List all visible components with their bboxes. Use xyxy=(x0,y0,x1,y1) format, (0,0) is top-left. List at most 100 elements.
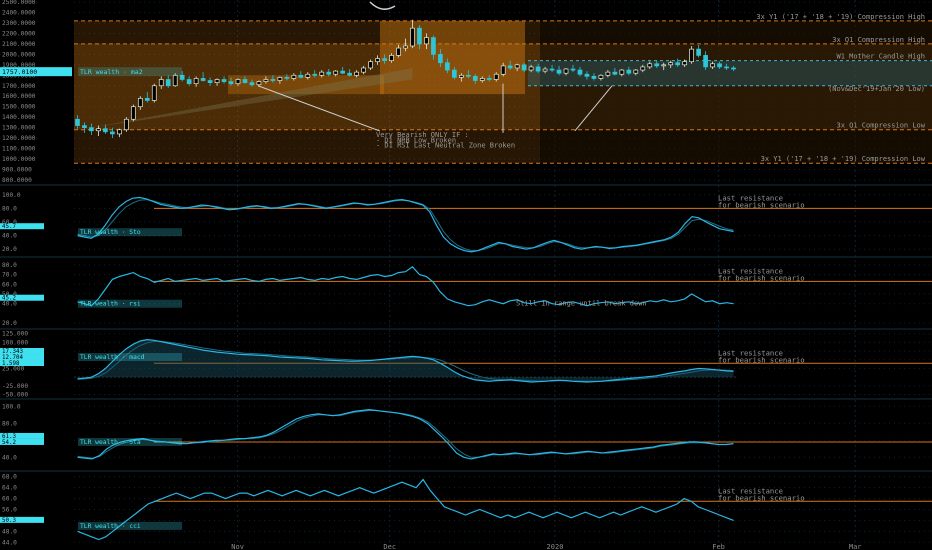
candle-body xyxy=(75,118,80,126)
candle-body xyxy=(82,125,87,128)
candle-body xyxy=(626,69,632,74)
candle-body xyxy=(570,68,576,71)
level-annotation: 3x Q1 Compression Low xyxy=(836,122,925,130)
y-axis-tick-label: 20.0 xyxy=(2,320,17,327)
candle-body xyxy=(117,129,122,135)
resistance-annotation: for bearish scenario xyxy=(718,355,805,364)
candle-body xyxy=(542,68,548,72)
y-axis-tick-label: 56.0 xyxy=(2,507,17,514)
x-axis-label: Feb xyxy=(712,543,725,550)
y-axis-tick-label: 1000.0000 xyxy=(2,156,36,163)
candle-body xyxy=(661,64,667,67)
y-axis-tick-label: 2000.0000 xyxy=(2,51,36,58)
candle-body xyxy=(137,97,143,108)
y-axis-tick-label: 68.0 xyxy=(2,474,17,481)
candle-body xyxy=(731,67,736,70)
y-axis-tick-label: -25.000 xyxy=(2,383,28,390)
y-axis-tick-label: 100.0 xyxy=(2,403,21,410)
candle-body xyxy=(110,131,115,135)
x-axis-label: Nov xyxy=(231,543,244,550)
candle-body xyxy=(103,128,108,133)
y-axis-tick-label: 64.0 xyxy=(2,485,17,492)
resistance-annotation: for bearish scenario xyxy=(718,273,805,282)
resistance-annotation: for bearish scenario xyxy=(718,200,805,209)
series-tag: TLR wealth · Sta xyxy=(80,439,141,446)
candle-body xyxy=(263,79,269,82)
level-annotation: 3x Q1 Compression High xyxy=(832,36,925,44)
series-tag: TLR wealth · ma2 xyxy=(80,68,143,76)
candle-body xyxy=(535,66,541,72)
candle-body xyxy=(403,45,408,49)
candle-body xyxy=(675,62,681,66)
y-axis-tick-label: 1700.0000 xyxy=(2,83,36,90)
y-axis-tick-label: 60.0 xyxy=(2,496,17,503)
x-axis-label: 2020 xyxy=(547,543,564,550)
y-axis-tick-label: 900.0000 xyxy=(2,167,32,174)
candle-body xyxy=(724,66,729,69)
candle-body xyxy=(312,73,318,76)
candle-body xyxy=(277,77,283,81)
candle-body xyxy=(89,127,94,132)
candle-body xyxy=(151,85,157,101)
trading-chart: Nov Dec 2020 Feb Mar 800.0000 900.0000 1000.00… xyxy=(0,0,932,550)
candle-body xyxy=(696,48,701,56)
y-axis-tick-label: 80.0 xyxy=(2,262,17,269)
y-axis-tick-label: 2400.0000 xyxy=(2,9,36,16)
candle-body xyxy=(703,55,708,68)
y-axis-tick-label: 100.0 xyxy=(2,192,21,199)
candle-body xyxy=(123,118,129,131)
candle-body xyxy=(431,37,436,55)
y-axis-tick-label: 2200.0000 xyxy=(2,30,36,37)
series-tag: TLR wealth · macd xyxy=(80,354,145,361)
candle-body xyxy=(465,74,471,77)
candle-body xyxy=(417,27,422,45)
y-axis-tick-label: 48.0 xyxy=(2,528,17,535)
y-axis-tick-label: 40.0 xyxy=(2,301,17,308)
candle-body xyxy=(354,71,359,76)
y-axis-tick-label: 1200.0000 xyxy=(2,135,36,142)
level-annotation: 3x Y1 ('17 + '18 + '19) Compression Low xyxy=(761,155,926,163)
candle-body xyxy=(214,79,220,83)
y-axis-tick-label: 1100.0000 xyxy=(2,146,36,153)
mother-candle-zone xyxy=(528,60,932,86)
candle-body xyxy=(619,69,625,75)
candle-body xyxy=(270,79,276,81)
candle-body xyxy=(368,61,373,69)
candle-body xyxy=(591,75,597,79)
candle-body xyxy=(682,61,688,66)
y-axis-tick-label: 80.0 xyxy=(2,420,17,427)
candle-body xyxy=(647,63,653,68)
candle-body xyxy=(612,71,618,75)
series-tag: TLR wealth · Sto xyxy=(80,229,141,236)
candle-body xyxy=(284,77,290,79)
low-annotation: (Nov&Dec'19+Jan'20 Low) xyxy=(828,85,925,93)
candle-body xyxy=(221,79,227,82)
candle-body xyxy=(333,70,339,75)
y-axis-tick-label: 800.0000 xyxy=(2,177,32,184)
candle-body xyxy=(514,64,520,69)
value-tag: 45.2 xyxy=(2,296,16,302)
y-axis-tick-label: 1600.0000 xyxy=(2,93,36,100)
candle-body xyxy=(130,106,136,120)
value-tag: 50.3 xyxy=(2,518,16,524)
candle-body xyxy=(486,78,492,80)
candle-body xyxy=(710,63,715,68)
candle-body xyxy=(438,54,443,64)
candle-body xyxy=(242,79,248,83)
candle-body xyxy=(235,79,241,85)
x-axis-label: Mar xyxy=(849,543,862,550)
candle-body xyxy=(458,74,464,78)
compression-box-large xyxy=(380,20,525,95)
candle-body xyxy=(347,72,353,76)
candle-body xyxy=(654,63,660,67)
candle-body xyxy=(577,69,583,75)
candle-body xyxy=(563,68,569,74)
candle-body xyxy=(256,81,262,86)
candle-body xyxy=(375,58,380,63)
candle-body xyxy=(598,74,604,79)
y-axis-tick-label: 2100.0000 xyxy=(2,41,36,48)
candle-body xyxy=(500,65,506,75)
y-axis-tick-label: 2500.0000 xyxy=(2,0,36,6)
x-axis-label: Dec xyxy=(383,543,396,550)
candle-body xyxy=(193,78,199,85)
